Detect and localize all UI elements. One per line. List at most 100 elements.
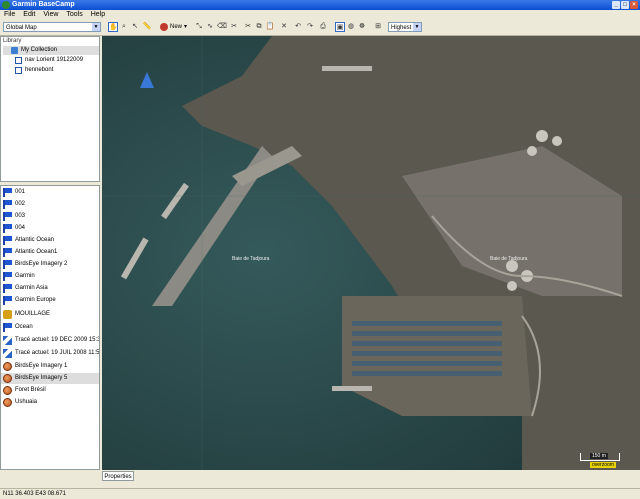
menu-file[interactable]: File: [0, 10, 19, 20]
overzoom-badge: overzoom: [590, 462, 616, 468]
list-item[interactable]: Garmin: [1, 271, 99, 282]
window-title: Garmin BaseCamp: [12, 1, 75, 8]
paste-button[interactable]: 📋: [265, 22, 275, 32]
list-item-label: BirdsEye Imagery 1: [15, 363, 68, 369]
zoom-tool-button[interactable]: ⌕: [119, 22, 129, 32]
list-item-label: 002: [15, 201, 26, 207]
list-item[interactable]: Ushuaia: [1, 397, 99, 408]
library-item-my-collection[interactable]: My Collection: [3, 46, 99, 55]
draw-track-button[interactable]: ∿: [205, 22, 215, 32]
list-item-label: MOUILLAGE: [15, 311, 51, 317]
list-item[interactable]: 004: [1, 223, 99, 234]
list-item-label: 004: [15, 225, 26, 231]
list-item[interactable]: BirdsEye Imagery 5: [1, 373, 99, 384]
library-item-label: My Collection: [21, 47, 58, 53]
document-icon: [15, 57, 22, 64]
undo-button[interactable]: ↶: [293, 22, 303, 32]
list-item-label: Ushuaia: [15, 399, 38, 405]
menu-help[interactable]: Help: [87, 10, 109, 20]
list-item[interactable]: Tracé actuel: 19 DEC 2009 15:35: [1, 335, 99, 346]
birdseye-icon: [3, 362, 12, 371]
menu-edit[interactable]: Edit: [19, 10, 39, 20]
globe-view-button[interactable]: ☸: [357, 22, 367, 32]
map-product-value: Global Map: [6, 25, 37, 31]
chevron-down-icon: ▾: [184, 24, 188, 30]
birdseye-icon: [3, 386, 12, 395]
select-tool-button[interactable]: ↖: [130, 22, 140, 32]
chevron-down-icon: ▼: [92, 23, 100, 31]
list-item-label: Tracé actuel: 19 DEC 2009 15:35: [15, 337, 99, 343]
list-item-label: Atlantic Ocean: [15, 237, 55, 243]
draw-route-button[interactable]: ⤡: [194, 22, 204, 32]
list-item[interactable]: MOUILLAGE: [1, 309, 99, 320]
list-item-label: Atlantic Ocean1: [15, 249, 58, 255]
library-panel: Library My Collection nav Lorient 191220…: [0, 36, 100, 182]
compass-icon: [140, 72, 154, 88]
list-item[interactable]: 003: [1, 211, 99, 222]
close-button[interactable]: ×: [630, 1, 638, 9]
map-view[interactable]: Baie de Tadjoura Baie de Tadjoura: [102, 36, 640, 470]
flag-icon: [3, 224, 12, 233]
list-item[interactable]: Garmin Europe: [1, 295, 99, 306]
measure-tool-button[interactable]: 📏: [142, 22, 152, 32]
library-title: Library: [3, 38, 22, 44]
list-item[interactable]: Garmin Asia: [1, 283, 99, 294]
3d-view-button[interactable]: ◍: [346, 22, 356, 32]
menu-bar: File Edit View Tools Help: [0, 10, 640, 20]
list-item[interactable]: 001: [1, 187, 99, 198]
print-button[interactable]: ⎙: [318, 22, 328, 32]
anchor-icon: [3, 310, 12, 319]
list-item[interactable]: BirdsEye Imagery 2: [1, 259, 99, 270]
title-bar: Garmin BaseCamp _ □ ×: [0, 0, 640, 10]
maximize-button[interactable]: □: [621, 1, 629, 9]
list-item[interactable]: 002: [1, 199, 99, 210]
flag-icon: [3, 212, 12, 221]
minimize-button[interactable]: _: [612, 1, 620, 9]
list-item[interactable]: Ocean: [1, 322, 99, 333]
list-item[interactable]: Tracé actuel: 19 JUIL 2008 11:53: [1, 348, 99, 359]
library-item-label: hennebont: [25, 67, 54, 73]
list-item-label: Garmin Europe: [15, 297, 56, 303]
document-icon: [15, 67, 22, 74]
birdseye-icon: [3, 374, 12, 383]
list-item[interactable]: Foret Brésil: [1, 385, 99, 396]
redo-button[interactable]: ↷: [305, 22, 315, 32]
map-detail-icon[interactable]: ⊞: [373, 22, 383, 32]
new-icon: [160, 23, 168, 31]
2d-view-button[interactable]: ▣: [335, 22, 345, 32]
menu-view[interactable]: View: [39, 10, 62, 20]
folder-icon: [11, 47, 18, 54]
item-list-panel: 001 002 003 004 Atlantic Ocean Atlantic …: [0, 185, 100, 470]
split-button[interactable]: ✂: [229, 22, 239, 32]
library-item-label: nav Lorient 19122009: [25, 57, 84, 63]
delete-button[interactable]: ✕: [279, 22, 289, 32]
list-item-label: Foret Brésil: [15, 387, 46, 393]
library-item-hennebont[interactable]: hennebont: [3, 66, 99, 75]
flag-icon: [3, 323, 12, 332]
flag-icon: [3, 296, 12, 305]
map-place-label: Baie de Tadjoura: [490, 256, 528, 262]
map-place-label: Baie de Tadjoura: [232, 256, 270, 262]
library-item-nav-lorient[interactable]: nav Lorient 19122009: [3, 56, 99, 65]
flag-icon: [3, 188, 12, 197]
properties-tab[interactable]: Properties: [102, 471, 134, 481]
list-item-label: BirdsEye Imagery 5: [15, 375, 68, 381]
map-detail-value: Highest: [391, 25, 412, 31]
new-button[interactable]: New ▾: [160, 22, 187, 32]
status-bar: N11 36.403 E43 08.671: [0, 488, 640, 498]
list-item[interactable]: BirdsEye Imagery 1: [1, 361, 99, 372]
hand-tool-button[interactable]: ✋: [108, 22, 118, 32]
flag-icon: [3, 200, 12, 209]
map-detail-select[interactable]: Highest ▼: [388, 22, 422, 32]
list-item[interactable]: Atlantic Ocean1: [1, 247, 99, 258]
new-label: New: [170, 24, 183, 30]
list-item-label: BirdsEye Imagery 2: [15, 261, 68, 267]
map-product-select[interactable]: Global Map ▼: [3, 22, 101, 32]
list-item[interactable]: Atlantic Ocean: [1, 235, 99, 246]
menu-tools[interactable]: Tools: [62, 10, 86, 20]
list-item-label: Garmin Asia: [15, 285, 48, 291]
scale-label: 150 m: [590, 453, 608, 459]
copy-button[interactable]: ⧉: [254, 22, 264, 32]
cut-button[interactable]: ✂: [243, 22, 253, 32]
erase-button[interactable]: ⌫: [217, 22, 227, 32]
